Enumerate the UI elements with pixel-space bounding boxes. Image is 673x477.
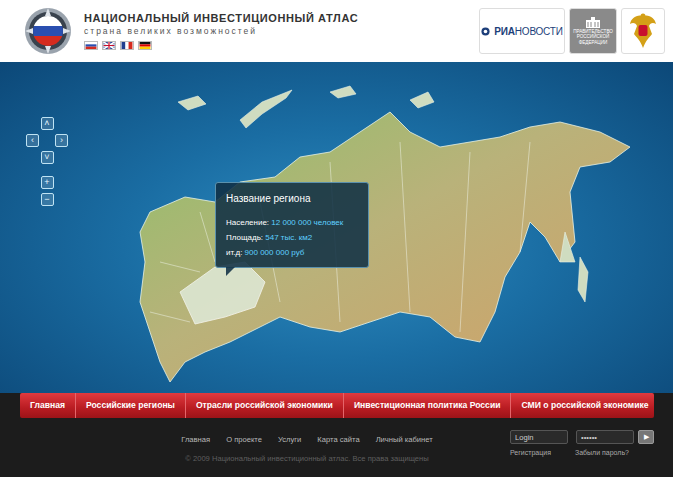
footer-area: ГлавнаяРоссийские регионыОтрасли российс… [0,393,673,465]
tooltip-title: Название региона [226,191,359,206]
menu-item[interactable]: Инвестиционная политика России [344,393,512,418]
german-flag-icon[interactable] [138,41,152,50]
region-tooltip: Название региона Население: 12 000 000 че… [215,182,369,268]
footer-link[interactable]: Главная [181,434,210,445]
pan-left-button[interactable]: ‹ [26,134,39,147]
pan-row: ‹› [26,134,68,147]
zoom-in-button[interactable]: + [41,176,54,189]
title-block: НАЦИОНАЛЬНЫЙ ИНВЕСТИЦИОННЫЙ АТЛАСстрана … [84,12,358,49]
government-building-icon [585,17,601,29]
footer-link[interactable]: Личный кабинет [376,434,433,445]
ria-text: РИАНОВОСТИ [494,24,562,39]
zoom-out-button[interactable]: − [41,193,54,206]
tooltip-value: 900 000 000 руб [245,248,305,257]
government-text: ПРАВИТЕЛЬСТВО [573,29,613,34]
government-text: ФЕДЕРАЦИИ [579,40,608,45]
tooltip-label: ит.д: [226,248,242,257]
pan-down-button[interactable]: ˅ [41,151,54,164]
footer-links: Главная О проекте Услуги Карта сайта Личный … [181,434,433,445]
ria-globe-icon [481,27,490,36]
login-input[interactable] [510,430,568,444]
tooltip-label: Население: [226,218,269,227]
ria-rest: НОВОСТИ [515,26,563,37]
government-logo[interactable]: ПРАВИТЕЛЬСТВОРОССИЙСКОЙФЕДЕРАЦИИ [569,8,617,54]
tooltip-row: Площадь: 547 тыс. км2 [226,230,359,245]
ria-novosti-logo[interactable]: РИАНОВОСТИ [479,8,565,54]
partner-logos: РИАНОВОСТИ ПРАВИТЕЛЬСТВОРОССИЙСКОЙФЕДЕРАЦ… [479,8,665,54]
footer-link[interactable]: О проекте [226,434,262,445]
map-area[interactable]: ˄‹›˅+−Название регионаНаселение: 12 000 … [0,62,673,393]
menu-item[interactable]: Российские регионы [76,393,186,418]
uk-flag-icon[interactable] [102,41,116,50]
language-flags [84,41,358,50]
copyright: © 2009 Национальный инвестиционный атлас… [185,453,428,464]
footer-links-block: Главная О проекте Услуги Карта сайта Личный … [20,430,494,465]
main-menu: ГлавнаяРоссийские регионыОтрасли российс… [20,393,654,418]
french-flag-icon[interactable] [120,41,134,50]
pan-right-button[interactable]: › [55,134,68,147]
menu-item[interactable]: Отрасли российской экономики [186,393,344,418]
government-text: РОССИЙСКОЙ [577,34,610,39]
coat-of-arms-icon [628,12,658,50]
tooltip-row: Население: 12 000 000 человек [226,215,359,230]
russian-flag-icon[interactable] [84,41,98,50]
tooltip-value: 547 тыс. км2 [265,233,312,242]
coat-of-arms-logo[interactable] [621,8,665,54]
atlas-logo-icon [24,7,72,55]
menu-item[interactable]: Главная [20,393,76,418]
forgot-password-link[interactable]: Забыли пароль? [575,448,629,459]
login-row: ▶ [510,430,654,444]
tooltip-value: 12 000 000 человек [271,218,343,227]
header: НАЦИОНАЛЬНЫЙ ИНВЕСТИЦИОННЫЙ АТЛАСстрана … [0,0,673,62]
footer-link[interactable]: Услуги [278,434,301,445]
ria-bold: РИА [494,26,514,37]
login-links: Регистрация Забыли пароль? [510,448,654,459]
menu-item[interactable]: СМИ о российской экономике [511,393,658,418]
footer-link[interactable]: Карта сайта [317,434,359,445]
pan-up-button[interactable]: ˄ [41,117,54,130]
zoom-controls: +− [41,176,54,206]
site-title: НАЦИОНАЛЬНЫЙ ИНВЕСТИЦИОННЫЙ АТЛАС [84,12,358,25]
login-form: ▶ Регистрация Забыли пароль? [510,430,654,465]
tooltip-row: ит.д: 900 000 000 руб [226,245,359,260]
footer: Главная О проекте Услуги Карта сайта Личный … [0,418,673,465]
login-submit-button[interactable]: ▶ [638,430,654,444]
tooltip-label: Площадь: [226,233,263,242]
password-input[interactable] [576,430,634,444]
site-subtitle: страна великих возможностей [84,26,358,37]
register-link[interactable]: Регистрация [510,448,551,459]
password-group: ▶ [576,430,654,444]
map-controls: ˄‹›˅+− [27,117,67,206]
